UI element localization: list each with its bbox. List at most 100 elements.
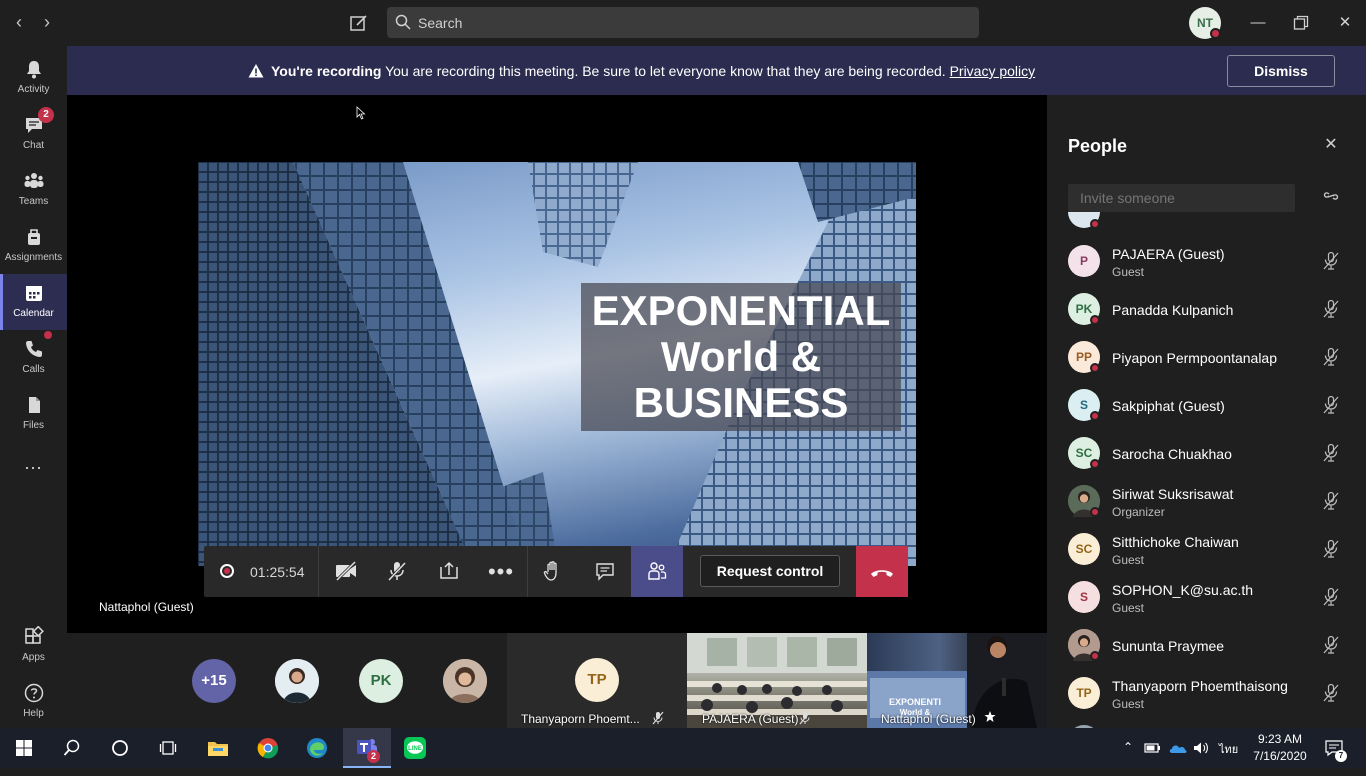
search-box[interactable] [387,7,979,38]
participant-row[interactable] [1047,429,1366,477]
close-window-icon[interactable]: ✕ [1333,12,1357,34]
person-photo-icon [275,659,319,703]
participant-row[interactable] [1047,621,1366,669]
status-dot [1210,28,1221,39]
more-actions-button[interactable]: ••• [475,546,527,597]
invite-input[interactable] [1068,184,1295,212]
share-screen-button[interactable] [423,546,475,597]
rail-item-assignments[interactable]: Assignments [0,218,67,274]
copy-link-icon[interactable] [1321,187,1341,207]
overflow-participants-button[interactable]: +15 [192,659,236,703]
participants-button[interactable] [631,546,683,597]
forward-arrow-icon[interactable]: › [37,12,57,32]
participant-row[interactable] [1047,525,1366,573]
hang-up-icon [871,570,893,577]
chat-badge: 2 [38,107,54,123]
bell-icon [23,58,45,80]
participant-avatar-pk[interactable]: PK [359,659,403,703]
recording-banner-text: You're recording You are recording this … [271,63,1035,79]
hand-icon [543,561,557,581]
task-view-icon[interactable] [144,728,192,768]
rail-item-apps[interactable]: Apps [0,618,67,674]
clock-time[interactable]: 9:23 AM [1250,732,1310,746]
hang-up-button[interactable] [856,546,908,597]
participant-photo-avatar[interactable] [443,659,487,703]
recording-dot [224,568,230,574]
participant-tile-label: Thanyaporn Phoemt... [521,712,640,726]
dismiss-button[interactable]: Dismiss [1227,55,1335,87]
clock-date[interactable]: 7/16/2020 [1250,749,1310,763]
participant-row[interactable] [1047,237,1366,285]
line-app-icon[interactable]: LINE [391,728,439,768]
slide-title-line-1: EXPONENTIAL [591,287,891,334]
rail-item-label: Chat [22,140,45,151]
close-icon[interactable]: ✕ [1322,136,1340,154]
rail-item-label: Help [23,708,44,719]
participant-row[interactable] [1047,573,1366,621]
request-control-button[interactable]: Request control [700,555,840,587]
privacy-policy-link[interactable]: Privacy policy [950,63,1036,79]
camera-off-button[interactable] [320,546,372,597]
calendar-icon [23,282,45,304]
chat-panel-button[interactable] [579,546,631,597]
participant-row[interactable] [1047,669,1366,717]
mic-off-icon [798,711,812,725]
participant-tile-label: PAJAERA (Guest) [702,712,799,726]
chevron-up-icon[interactable]: ⌃ [1121,740,1135,754]
participants-icon [648,562,667,580]
presenter-label: Nattaphol (Guest) [99,600,194,614]
teams-taskbar-badge: 2 [367,750,380,763]
rail-item-chat[interactable]: Chat [0,106,67,162]
restore-icon[interactable] [1293,15,1309,31]
notification-count: 7 [1335,750,1347,762]
rail-item-activity[interactable]: Activity [0,50,67,106]
mute-button[interactable] [371,546,423,597]
mic-off-icon [651,711,665,725]
mouse-cursor-icon [356,106,366,120]
participant-avatar-tp: TP [575,658,619,702]
rail-item-label: Teams [18,196,49,207]
edge-icon[interactable] [293,728,341,768]
share-icon [440,561,458,579]
people-panel-title: People [1068,136,1128,156]
participant-row[interactable] [1047,333,1366,381]
rail-item-calendar[interactable]: Calendar [0,274,67,330]
participant-row[interactable] [1047,381,1366,429]
battery-icon[interactable] [1144,740,1162,756]
apps-icon [23,625,45,648]
rail-item-label: Apps [22,652,45,663]
participant-photo-avatar[interactable] [275,659,319,703]
search-input[interactable]: Search [418,15,462,31]
conversation-icon [596,563,614,581]
file-explorer-icon[interactable] [194,728,242,768]
raise-hand-button[interactable] [527,546,579,597]
taskbar-search-icon[interactable] [48,728,96,768]
help-icon [23,682,45,704]
compose-icon[interactable] [349,13,369,33]
rail-item-label: Assignments [4,252,63,263]
rail-item-label: Activity [17,84,50,95]
rail-item-teams[interactable]: Teams [0,162,67,218]
volume-icon[interactable] [1193,740,1209,756]
cortana-icon[interactable] [96,728,144,768]
rail-item-help[interactable]: Help [0,674,67,730]
rail-item-files[interactable]: Files [0,386,67,442]
phone-icon [23,338,45,360]
participant-row[interactable] [1047,477,1366,525]
rail-item-calls[interactable]: Calls [0,330,67,386]
onedrive-icon[interactable] [1168,740,1188,756]
svg-text:EXPONENTI: EXPONENTI [889,697,941,707]
back-arrow-icon[interactable]: ‹ [9,12,29,32]
rail-item-label: Files [22,420,45,431]
more-icon: ••• [487,559,515,584]
input-language[interactable]: ไทย [1219,740,1238,758]
teams-icon [23,170,45,192]
participant-row[interactable] [1047,285,1366,333]
windows-start-icon[interactable] [0,728,48,768]
chrome-icon[interactable] [244,728,292,768]
rail-item-label: Calls [22,364,45,375]
minimize-icon[interactable]: — [1246,12,1270,34]
warning-icon [248,63,264,79]
more-apps-icon[interactable]: ... [0,454,67,478]
status-dot [1090,219,1100,229]
